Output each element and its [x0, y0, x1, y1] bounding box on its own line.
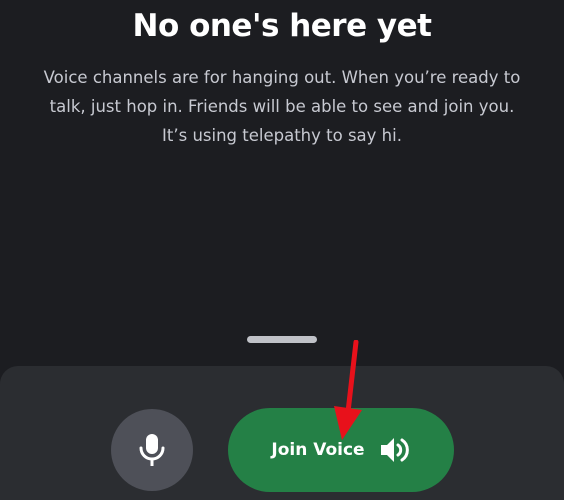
empty-state-description: Voice channels are for hanging out. When… [20, 63, 544, 150]
description-line: It’s using telepathy to say hi. [162, 126, 402, 145]
microphone-icon [139, 433, 165, 467]
sheet-drag-handle[interactable] [247, 336, 317, 343]
voice-channel-screen: No one's here yet Voice channels are for… [0, 0, 564, 500]
speaker-icon [379, 436, 411, 464]
join-voice-label: Join Voice [271, 440, 365, 460]
empty-state-title: No one's here yet [132, 8, 432, 44]
description-line: talk, just hop in. Friends will be able … [49, 97, 515, 116]
join-voice-button[interactable]: Join Voice [228, 408, 454, 492]
microphone-button[interactable] [111, 409, 193, 491]
description-line: Voice channels are for hanging out. When… [43, 68, 521, 87]
